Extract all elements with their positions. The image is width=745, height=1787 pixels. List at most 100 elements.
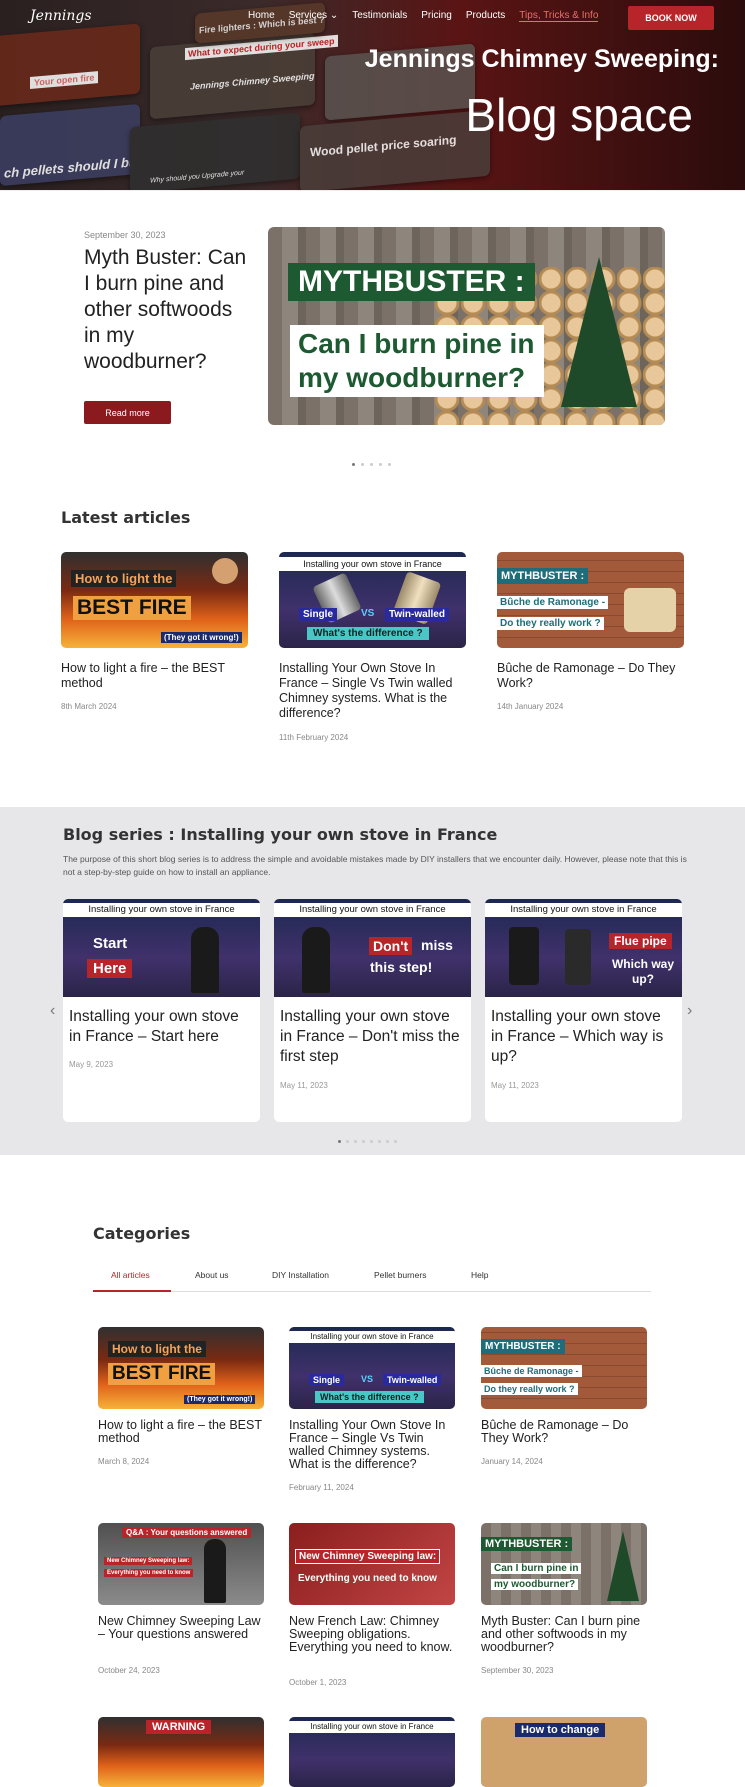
nav-services[interactable]: Services ⌄: [289, 10, 339, 22]
post-image[interactable]: WARNING: [98, 1717, 264, 1787]
post-image[interactable]: Installing your own stove in France: [289, 1717, 455, 1787]
series-card-date: May 11, 2023: [280, 1081, 328, 1090]
image-text: Do they really work ?: [497, 617, 604, 630]
image-text: New Chimney Sweeping law:: [295, 1549, 441, 1564]
image-text: MYTHBUSTER :: [497, 568, 589, 584]
tab-about-us[interactable]: About us: [195, 1270, 229, 1280]
post-date: September 30, 2023: [481, 1666, 554, 1675]
post-title[interactable]: New Chimney Sweeping Law – Your question…: [98, 1615, 266, 1641]
post-date: January 14, 2024: [481, 1457, 543, 1466]
post-image[interactable]: Installing your own stove in France Sing…: [289, 1327, 455, 1409]
series-card-title: Installing your own stove in France – St…: [69, 1008, 239, 1045]
carousel-dot[interactable]: [361, 463, 364, 466]
image-text: Single: [299, 608, 338, 621]
post-image[interactable]: MYTHBUSTER : Bûche de Ramonage - Do they…: [481, 1327, 647, 1409]
article-date: 14th January 2024: [497, 702, 564, 711]
carousel-dot[interactable]: [354, 1140, 357, 1143]
article-title[interactable]: Installing Your Own Stove In France – Si…: [279, 661, 469, 721]
featured-image[interactable]: MYTHBUSTER : Can I burn pine in my woodb…: [268, 227, 665, 425]
image-text: What's the difference ?: [315, 1391, 424, 1403]
image-text: BEST FIRE: [108, 1363, 216, 1385]
image-text: Bûche de Ramonage -: [481, 1365, 582, 1377]
carousel-dot[interactable]: [338, 1140, 341, 1143]
featured-image-heading: MYTHBUSTER :: [288, 263, 535, 301]
collage-tile: Your open fire: [0, 23, 140, 107]
chevron-down-icon: ⌄: [329, 10, 339, 21]
image-text: Installing your own stove in France: [279, 557, 466, 571]
post-image[interactable]: MYTHBUSTER : Can I burn pine in my woodb…: [481, 1523, 647, 1605]
article-image[interactable]: Installing your own stove in France Sing…: [279, 552, 466, 648]
post-image[interactable]: Q&A : Your questions answered New Chimne…: [98, 1523, 264, 1605]
carousel-next-button[interactable]: ›: [687, 1002, 692, 1020]
featured-title[interactable]: Myth Buster: Can I burn pine and other s…: [84, 245, 254, 375]
article-image[interactable]: How to light the BEST FIRE (They got it …: [61, 552, 248, 648]
post-image[interactable]: How to change: [481, 1717, 647, 1787]
image-text: my woodburner?: [491, 1579, 579, 1590]
series-card-image: Installing your own stove in France Don'…: [274, 899, 471, 997]
nav-services-label: Services: [288, 10, 328, 21]
series-card[interactable]: Installing your own stove in France Don'…: [274, 899, 471, 1122]
post-title[interactable]: Installing Your Own Stove In France – Si…: [289, 1419, 457, 1471]
series-card[interactable]: Installing your own stove in France Flue…: [485, 899, 682, 1122]
series-card[interactable]: Installing your own stove in France Star…: [63, 899, 260, 1122]
article-image[interactable]: MYTHBUSTER : Bûche de Ramonage - Do they…: [497, 552, 684, 648]
article-title[interactable]: How to light a fire – the BEST method: [61, 661, 246, 691]
series-card-date: May 11, 2023: [491, 1081, 539, 1090]
carousel-dot[interactable]: [388, 463, 391, 466]
image-text: WARNING: [146, 1720, 212, 1734]
series-carousel-dots: [338, 1140, 397, 1143]
nav-testimonials[interactable]: Testimonials: [352, 10, 407, 22]
hero-banner: Your open fire ch pellets should I buy? …: [0, 0, 745, 190]
nav-home[interactable]: Home: [248, 10, 275, 22]
person-avatar: [212, 558, 238, 584]
collage-text: Jennings Chimney Sweeping: [190, 70, 315, 92]
tree-graphic: [561, 257, 637, 407]
series-banner-text: Installing your own stove in France: [485, 903, 682, 917]
collage-tile: What to expect during your sweep Jenning…: [150, 32, 338, 120]
image-text: Everything you need to know: [104, 1569, 194, 1577]
book-now-button[interactable]: BOOK NOW: [628, 6, 714, 30]
carousel-prev-button[interactable]: ‹: [50, 1002, 55, 1020]
series-description: The purpose of this short blog series is…: [63, 854, 687, 877]
nav-tips[interactable]: Tips, Tricks & Info: [519, 10, 599, 22]
series-banner-text: Installing your own stove in France: [63, 903, 260, 917]
carousel-dot[interactable]: [362, 1140, 365, 1143]
post-title[interactable]: How to light a fire – the BEST method: [98, 1419, 266, 1445]
post-title[interactable]: New French Law: Chimney Sweeping obligat…: [289, 1615, 457, 1654]
tab-diy-installation[interactable]: DIY Installation: [272, 1270, 329, 1280]
collage-text: Your open fire: [30, 71, 99, 90]
carousel-dot[interactable]: [352, 463, 355, 466]
post-title[interactable]: Myth Buster: Can I burn pine and other s…: [481, 1615, 649, 1654]
person-graphic: [302, 927, 330, 993]
post-title[interactable]: Bûche de Ramonage – Do They Work?: [481, 1419, 649, 1445]
post-date: October 1, 2023: [289, 1678, 347, 1687]
read-more-button[interactable]: Read more: [84, 401, 171, 424]
tab-help[interactable]: Help: [471, 1270, 488, 1280]
tab-all-articles[interactable]: All articles: [111, 1270, 150, 1280]
image-text: miss: [421, 937, 453, 953]
nav-products[interactable]: Products: [466, 10, 505, 22]
carousel-dot[interactable]: [346, 1140, 349, 1143]
carousel-dot[interactable]: [379, 463, 382, 466]
featured-image-subheading: Can I burn pine in my woodburner?: [290, 325, 544, 397]
carousel-dot[interactable]: [370, 1140, 373, 1143]
post-image[interactable]: New Chimney Sweeping law: Everything you…: [289, 1523, 455, 1605]
image-text: Bûche de Ramonage -: [497, 596, 609, 609]
article-title[interactable]: Bûche de Ramonage – Do They Work?: [497, 661, 687, 691]
image-text: Everything you need to know: [298, 1573, 437, 1584]
post-image[interactable]: How to light the BEST FIRE (They got it …: [98, 1327, 264, 1409]
site-logo[interactable]: Jennings: [30, 8, 92, 24]
carousel-dot[interactable]: [386, 1140, 389, 1143]
carousel-dot[interactable]: [394, 1140, 397, 1143]
carousel-dot[interactable]: [370, 463, 373, 466]
collage-text: Why should you Upgrade your: [150, 169, 245, 185]
product-graphic: [624, 588, 676, 632]
image-text: VS: [361, 1374, 374, 1384]
tab-pellet-burners[interactable]: Pellet burners: [374, 1270, 426, 1280]
image-text: Installing your own stove in France: [289, 1721, 455, 1733]
image-text: VS: [361, 608, 375, 619]
main-nav: Home Services ⌄ Testimonials Pricing Pro…: [248, 10, 599, 22]
featured-carousel-dots: [352, 463, 391, 466]
carousel-dot[interactable]: [378, 1140, 381, 1143]
nav-pricing[interactable]: Pricing: [421, 10, 452, 22]
